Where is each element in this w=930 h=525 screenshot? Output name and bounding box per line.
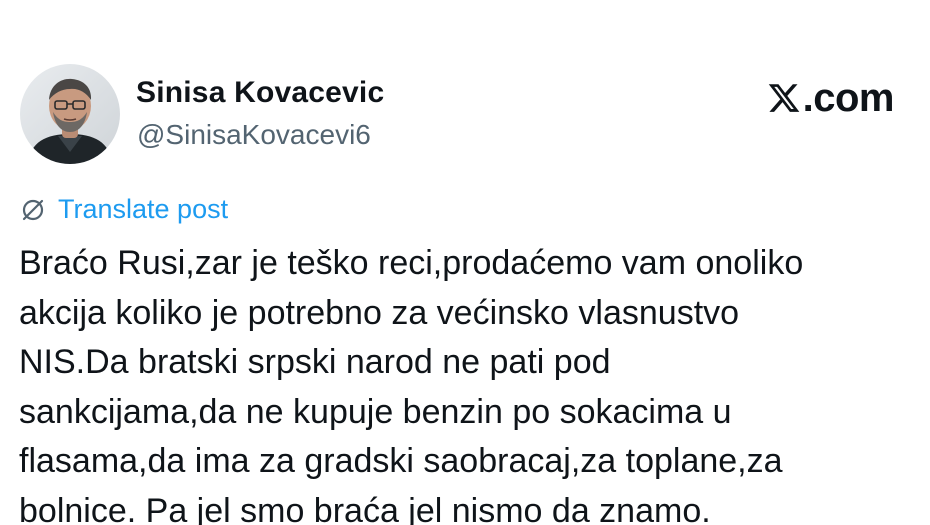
author-handle[interactable]: @SinisaKovacevi6 [137, 119, 371, 151]
avatar-photo [20, 64, 120, 164]
x-logo-icon [768, 84, 799, 112]
brand-domain: .com [802, 76, 895, 120]
post-line: bolnice. Pa jel smo braća jel nismo da z… [19, 491, 711, 525]
post-line: Braćo Rusi,zar je teško reci,prodaćemo v… [19, 244, 804, 282]
globe-translate-icon [22, 199, 44, 220]
author-display-name[interactable]: Sinisa Kovacevic [136, 76, 384, 110]
post-body: Braćo Rusi,zar je teško reci,prodaćemo v… [19, 239, 919, 525]
post-card: Sinisa Kovacevic @SinisaKovacevi6 .com T… [0, 0, 930, 525]
post-line: NIS.Da bratski srpski narod ne pati pod [19, 343, 611, 381]
translate-post-label: Translate post [58, 194, 229, 224]
post-line: sankcijama,da ne kupuje benzin po sokaci… [19, 392, 732, 431]
post-line: flasama,da ima za gradski saobracaj,za t… [19, 442, 783, 480]
post-line: akcija koliko je potrebno za većinsko vl… [19, 293, 740, 332]
brand-link[interactable]: .com [767, 76, 895, 120]
avatar[interactable] [20, 64, 120, 164]
translate-post-link[interactable]: Translate post [20, 194, 228, 225]
